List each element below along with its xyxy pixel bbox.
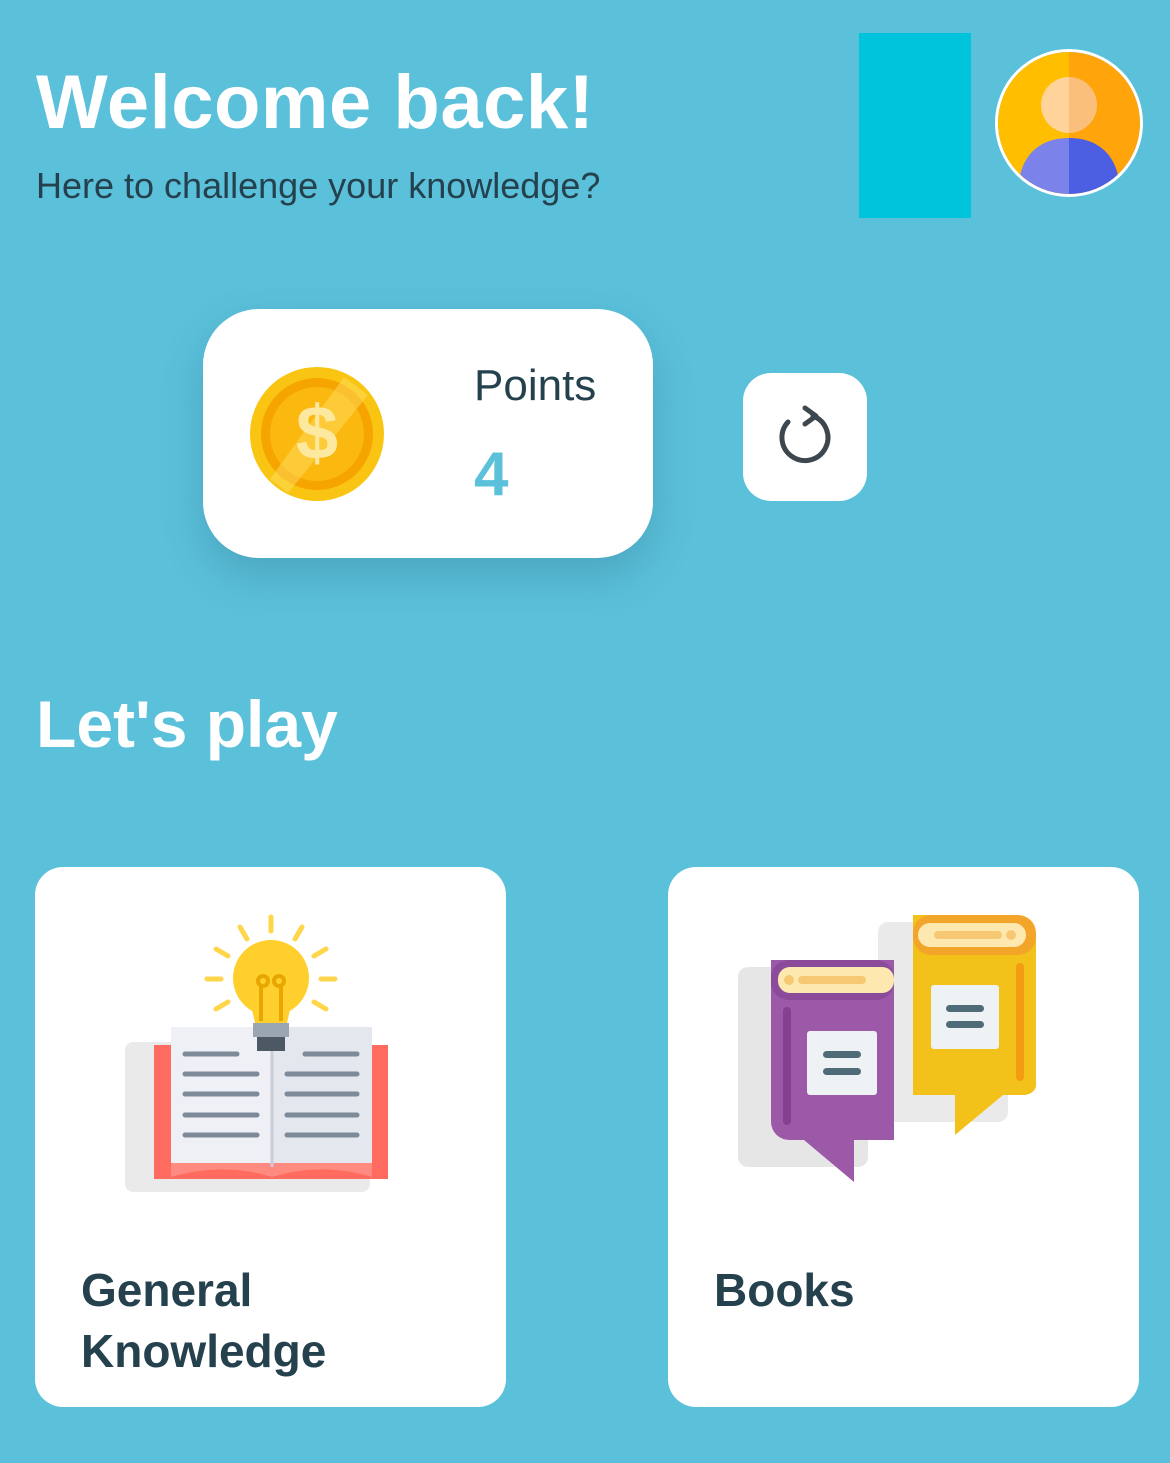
header-accent-block	[859, 33, 971, 218]
category-card-general-knowledge[interactable]: General Knowledge	[35, 867, 506, 1407]
refresh-button[interactable]	[743, 373, 867, 501]
dollar-coin-icon: $	[250, 367, 384, 501]
books-icon	[738, 915, 1036, 1182]
welcome-title: Welcome back!	[36, 60, 595, 145]
category-card-books[interactable]: Books	[668, 867, 1139, 1407]
category-label-general-knowledge: General Knowledge	[81, 1264, 327, 1377]
refresh-icon	[779, 405, 831, 463]
welcome-subtitle: Here to challenge your knowledge?	[36, 165, 601, 206]
user-avatar-button[interactable]	[995, 49, 1143, 197]
points-card: $ Points 4	[203, 309, 653, 558]
lightbulb-book-icon	[125, 914, 388, 1192]
category-label-books: Books	[714, 1264, 855, 1316]
user-avatar-icon	[998, 52, 1140, 194]
points-label: Points	[474, 361, 597, 410]
points-value: 4	[474, 440, 509, 509]
svg-text:$: $	[296, 391, 338, 476]
section-title: Let's play	[36, 687, 338, 761]
